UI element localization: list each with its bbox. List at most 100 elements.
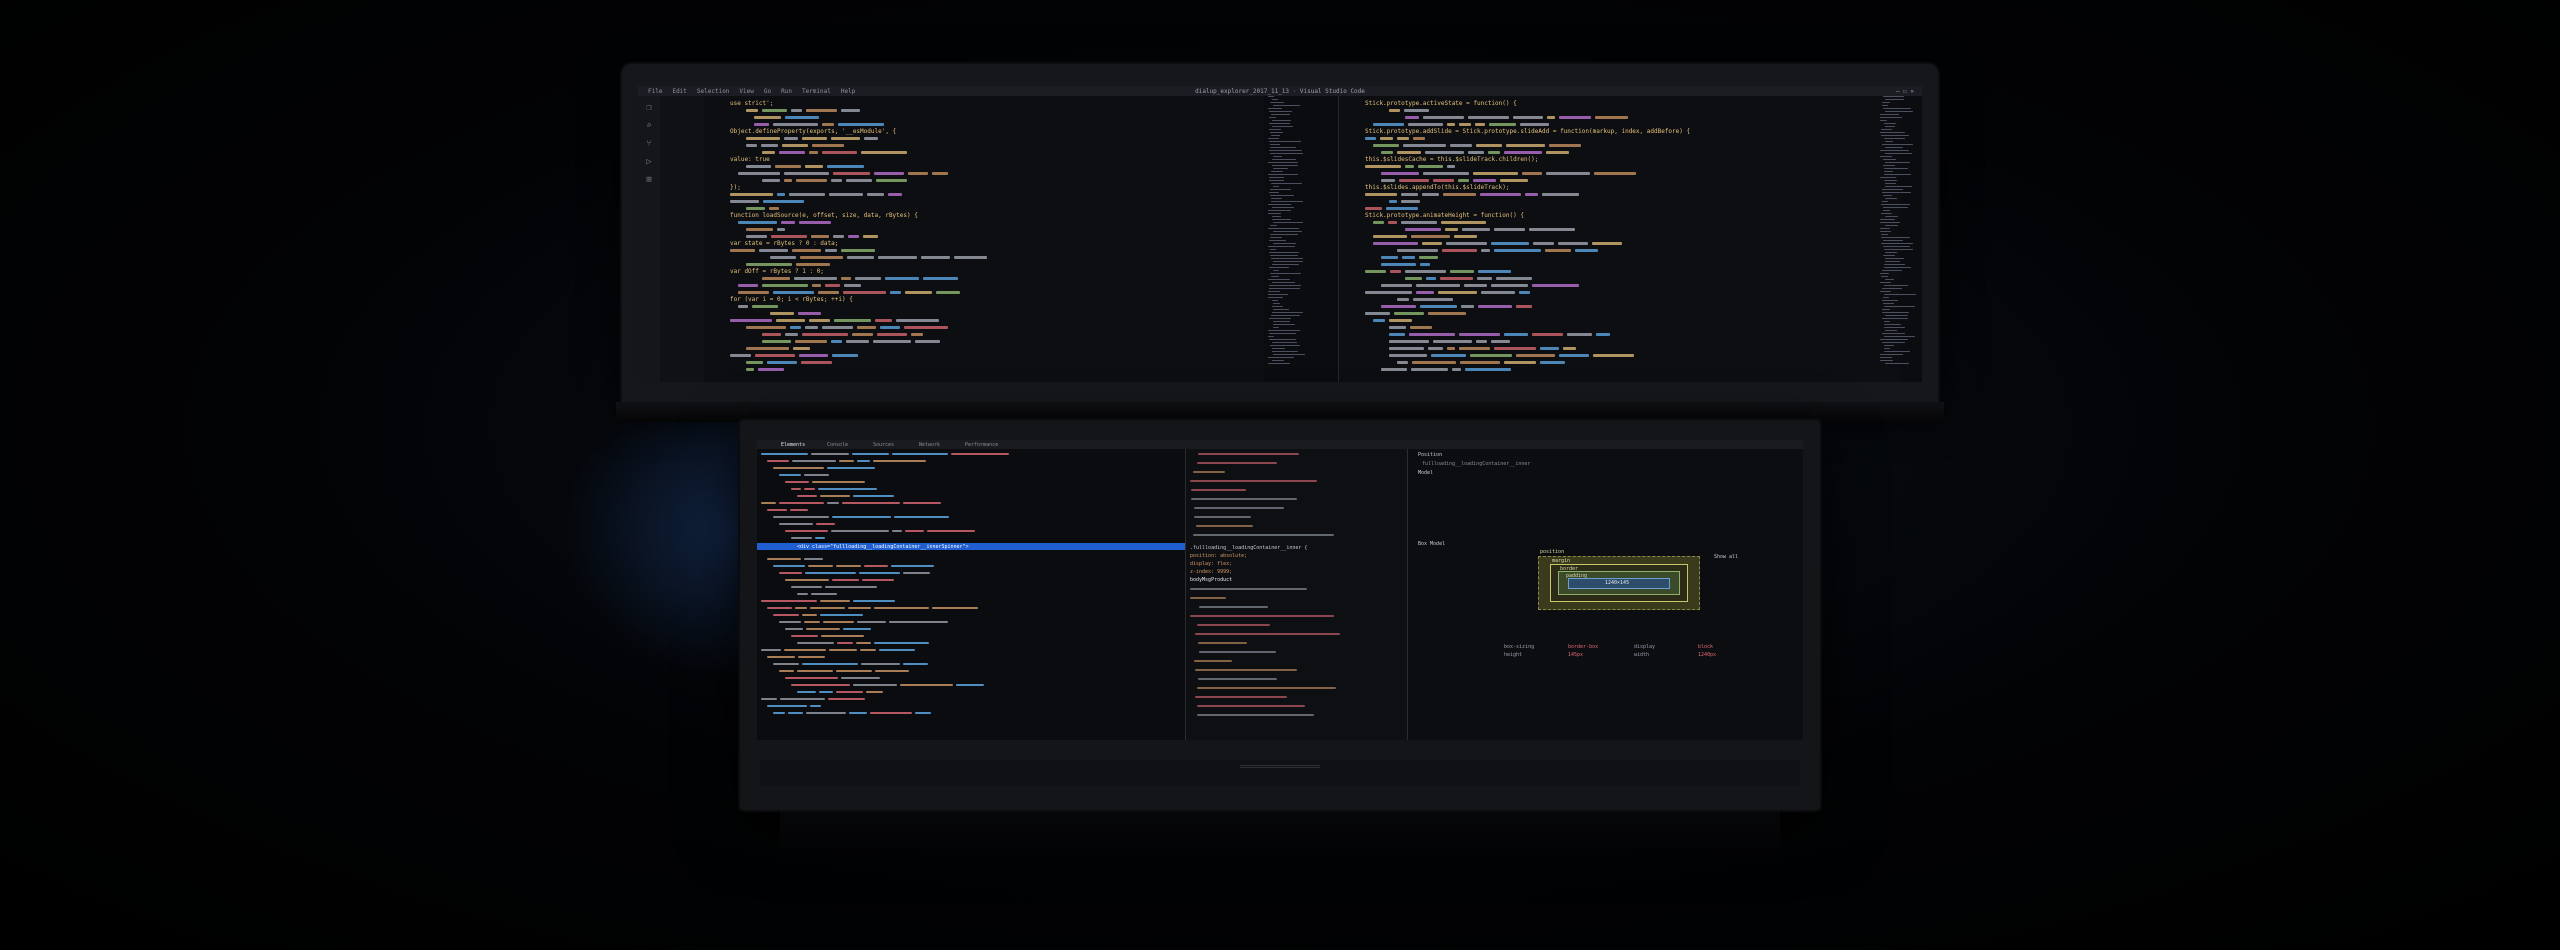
code-token: [785, 116, 819, 119]
style-rule-line[interactable]: z-index: 9999;: [1190, 569, 1232, 575]
minimap-left[interactable]: [1266, 96, 1306, 382]
menu-item-help[interactable]: Help: [841, 88, 855, 95]
minimap-line: [1884, 174, 1911, 175]
code-token: [738, 284, 758, 287]
code-token: [1394, 312, 1424, 315]
code-token: [773, 291, 814, 294]
tab-console[interactable]: Console: [827, 442, 848, 448]
style-rule-line[interactable]: bodyMsgProduct: [1190, 577, 1232, 583]
tab-elements[interactable]: Elements: [781, 442, 805, 448]
style-token: [1197, 705, 1305, 707]
menu-item-view[interactable]: View: [739, 88, 753, 95]
style-token: [1199, 651, 1276, 653]
code-token: [1491, 242, 1529, 245]
code-token: [792, 249, 821, 252]
code-token: [921, 256, 950, 259]
style-token: [1194, 516, 1251, 518]
styles-panel[interactable]: .fullloading__loadingContainer__inner { …: [1185, 449, 1408, 740]
code-token: [1438, 291, 1477, 294]
minimap-line: [1880, 222, 1900, 223]
show-all-toggle[interactable]: Show all: [1714, 554, 1738, 560]
section-model[interactable]: Model: [1418, 470, 1433, 476]
code-token: [801, 361, 832, 364]
dom-token: [785, 579, 829, 581]
minimap-line: [1269, 240, 1286, 241]
code-token: [762, 109, 787, 112]
menu-item-file[interactable]: File: [648, 88, 662, 95]
code-token: [833, 235, 844, 238]
code-token: [1513, 116, 1543, 119]
menu-item-edit[interactable]: Edit: [672, 88, 686, 95]
style-rule-line[interactable]: position: absolute;: [1190, 553, 1247, 559]
dom-token: [797, 670, 833, 672]
minimap-line: [1268, 279, 1290, 280]
tab-sources[interactable]: Sources: [873, 442, 894, 448]
code-token: [911, 333, 923, 336]
computed-prop-value: 1240px: [1698, 652, 1717, 658]
code-token: [1563, 347, 1576, 350]
code-editor-left[interactable]: use strict'; Object.defineProperty(export…: [704, 96, 1264, 382]
dom-token: [767, 558, 801, 560]
menu-item-selection[interactable]: Selection: [697, 88, 730, 95]
search-icon[interactable]: ⌕: [646, 122, 651, 131]
minimap-right[interactable]: [1878, 96, 1918, 382]
minimap-line: [1269, 339, 1296, 340]
code-token: [1447, 123, 1455, 126]
minimap-line: [1271, 315, 1300, 316]
elements-panel[interactable]: <div class="fullloading__loadingContaine…: [757, 449, 1185, 740]
extensions-icon[interactable]: ⊞: [646, 176, 651, 185]
code-token: [1397, 151, 1421, 154]
tab-performance[interactable]: Performance: [965, 442, 998, 448]
minimap-line: [1272, 351, 1298, 352]
code-line: this.$slides.appendTo(this.$slideTrack);: [1365, 184, 1510, 191]
minimap-line: [1884, 351, 1910, 352]
menu-item-terminal[interactable]: Terminal: [802, 88, 831, 95]
style-token: [1191, 498, 1297, 500]
source-control-icon[interactable]: ⑂: [646, 140, 651, 149]
dom-token: [818, 488, 877, 490]
style-token: [1195, 669, 1297, 671]
dom-token: [905, 530, 924, 532]
code-token: [890, 291, 901, 294]
debug-icon[interactable]: ▷: [646, 158, 651, 167]
minimap-line: [1270, 132, 1283, 133]
style-rule-line[interactable]: display: flex;: [1190, 561, 1232, 567]
minimap-line: [1883, 297, 1889, 298]
dom-token: [791, 537, 812, 539]
code-editor-right[interactable]: Stick.prototype.activeState = function()…: [1338, 96, 1899, 382]
code-line: value: true: [730, 156, 770, 163]
menu-item-go[interactable]: Go: [764, 88, 771, 95]
minimap-line: [1885, 186, 1912, 187]
tab-network[interactable]: Network: [919, 442, 940, 448]
style-token: [1191, 489, 1246, 491]
style-rule-line[interactable]: .fullloading__loadingContainer__inner {: [1190, 545, 1307, 551]
code-token: [1481, 249, 1490, 252]
minimap-line: [1270, 234, 1298, 235]
code-token: [763, 200, 804, 203]
code-token: [1365, 137, 1376, 140]
code-token: [1365, 207, 1382, 210]
minimap-line: [1270, 273, 1301, 274]
dom-token: [832, 579, 859, 581]
style-token: [1190, 588, 1307, 590]
files-icon[interactable]: ❐: [646, 104, 651, 113]
menu-item-run[interactable]: Run: [781, 88, 792, 95]
window-controls[interactable]: — ☐ ✕: [1896, 88, 1914, 95]
code-token: [852, 333, 873, 336]
minimap-line: [1273, 105, 1300, 106]
minimap-line: [1883, 303, 1894, 304]
section-box-model[interactable]: Box Model: [1418, 541, 1445, 547]
code-token: [1468, 151, 1484, 154]
selected-node-row[interactable]: <div class="fullloading__loadingContaine…: [757, 543, 1185, 550]
section-position[interactable]: Position: [1418, 452, 1442, 458]
selected-node-text: <div class="fullloading__loadingContaine…: [797, 544, 969, 550]
dom-token: [900, 684, 953, 686]
minimap-line: [1268, 228, 1299, 229]
code-token: [841, 249, 875, 252]
dom-token: [839, 460, 854, 462]
minimap-line: [1882, 144, 1913, 145]
minimap-line: [1884, 345, 1894, 346]
code-token: [1494, 228, 1525, 231]
style-token: [1193, 534, 1334, 536]
code-token: [755, 354, 795, 357]
